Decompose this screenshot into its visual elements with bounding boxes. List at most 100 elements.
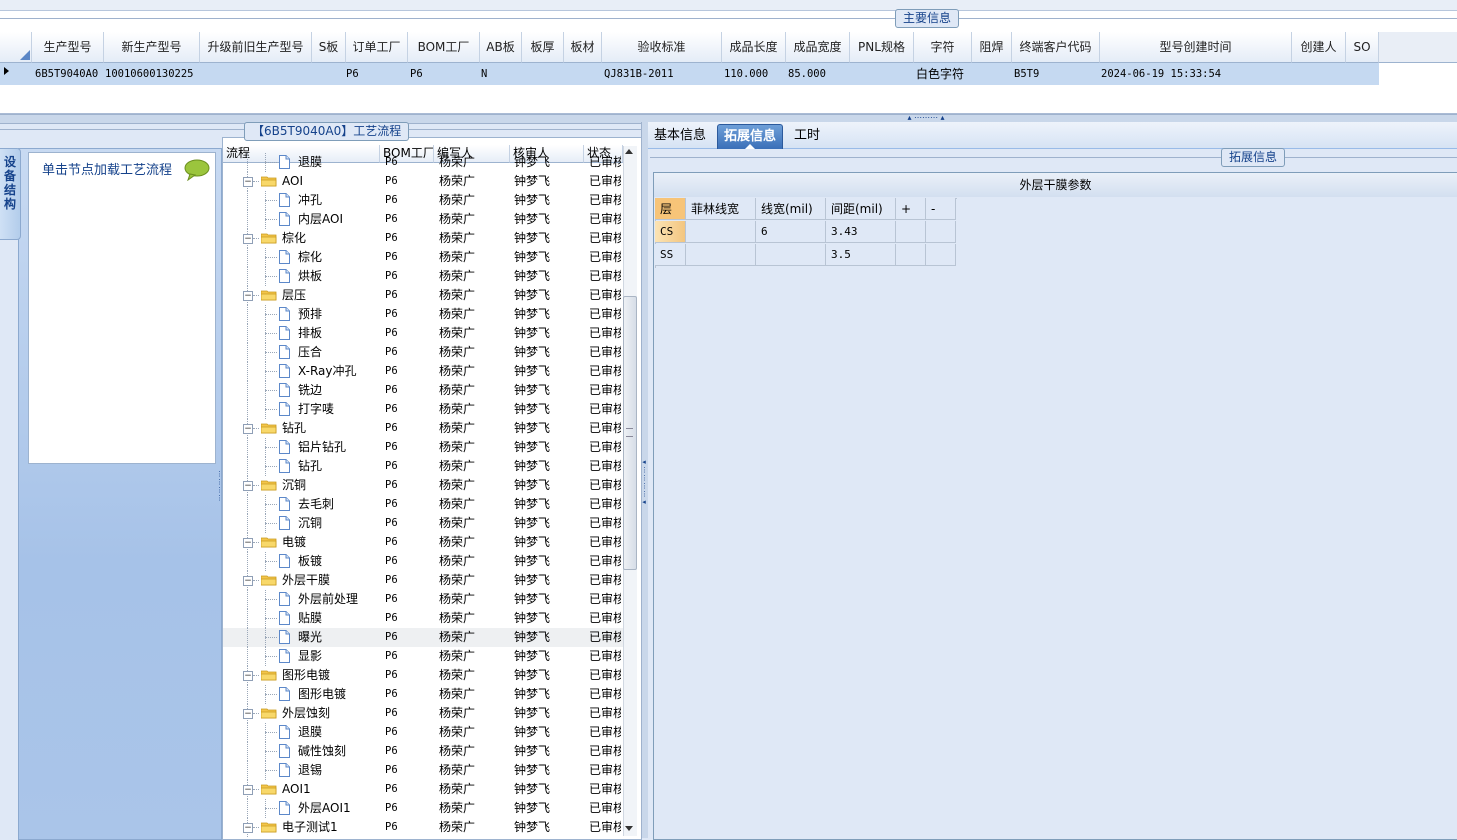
column-header[interactable]: 成品宽度 — [786, 32, 850, 63]
scroll-up-icon[interactable] — [625, 149, 633, 154]
param-cell[interactable]: 3.5 — [826, 244, 896, 266]
collapse-toggle-icon[interactable]: − — [243, 234, 253, 244]
tree-line — [247, 647, 248, 666]
flow-row[interactable]: − 电子测试1 P6 杨荣广 钟梦飞 已审核 — [223, 818, 623, 837]
collapse-toggle-icon[interactable]: − — [243, 424, 253, 434]
flow-row[interactable]: 铝片钻孔 P6 杨荣广 钟梦飞 已审核 — [223, 438, 623, 457]
flow-row[interactable]: − 外层干膜 P6 杨荣广 钟梦飞 已审核 — [223, 571, 623, 590]
flow-row[interactable]: 打字唛 P6 杨荣广 钟梦飞 已审核 — [223, 400, 623, 419]
flow-row[interactable]: − AOI1 P6 杨荣广 钟梦飞 已审核 — [223, 780, 623, 799]
vertical-splitter-grip-icon[interactable]: ◂ ⋮ ⋮ ⋮ ⋮ ◂ — [641, 458, 648, 523]
flow-row[interactable]: 预排 P6 杨荣广 钟梦飞 已审核 — [223, 305, 623, 324]
column-header[interactable]: 生产型号 — [32, 32, 104, 63]
flow-row[interactable]: 退膜 P6 杨荣广 钟梦飞 已审核 — [223, 723, 623, 742]
flow-row[interactable]: 内层AOI P6 杨荣广 钟梦飞 已审核 — [223, 210, 623, 229]
param-cell[interactable] — [686, 221, 756, 243]
flow-row[interactable]: − 层压 P6 杨荣广 钟梦飞 已审核 — [223, 286, 623, 305]
param-cell[interactable] — [926, 221, 956, 243]
param-cell[interactable] — [686, 244, 756, 266]
flow-row[interactable]: − 沉铜 P6 杨荣广 钟梦飞 已审核 — [223, 476, 623, 495]
flow-row[interactable]: 外层AOI1 P6 杨荣广 钟梦飞 已审核 — [223, 799, 623, 818]
left-splitter-grip-icon[interactable]: ⋮ ⋮ ⋮ ⋮ — [216, 470, 223, 520]
flow-row[interactable]: 烘板 P6 杨荣广 钟梦飞 已审核 — [223, 267, 623, 286]
detail-tab[interactable]: 基本信息 — [648, 124, 712, 148]
flow-status: 已审核 — [589, 649, 621, 663]
flow-row[interactable]: − 外层蚀刻 P6 杨荣广 钟梦飞 已审核 — [223, 704, 623, 723]
flow-row[interactable]: 碱性蚀刻 P6 杨荣广 钟梦飞 已审核 — [223, 742, 623, 761]
param-column-header[interactable]: + — [896, 198, 926, 220]
param-cell[interactable] — [896, 221, 926, 243]
flow-row[interactable]: − 棕化 P6 杨荣广 钟梦飞 已审核 — [223, 229, 623, 248]
flow-bom-factory: P6 — [385, 270, 398, 282]
flow-row[interactable]: 板镀 P6 杨荣广 钟梦飞 已审核 — [223, 552, 623, 571]
column-header[interactable]: 新生产型号 — [104, 32, 200, 63]
flow-row[interactable]: 冲孔 P6 杨荣广 钟梦飞 已审核 — [223, 191, 623, 210]
flow-row[interactable]: 贴膜 P6 杨荣广 钟梦飞 已审核 — [223, 609, 623, 628]
flow-row[interactable]: 图形电镀 P6 杨荣广 钟梦飞 已审核 — [223, 685, 623, 704]
flow-row[interactable]: 退锡 P6 杨荣广 钟梦飞 已审核 — [223, 761, 623, 780]
collapse-toggle-icon[interactable]: − — [243, 538, 253, 548]
param-cell[interactable] — [926, 244, 956, 266]
param-column-header: 层 — [655, 198, 686, 220]
collapse-toggle-icon[interactable]: − — [243, 481, 253, 491]
param-cell[interactable]: CS — [655, 221, 686, 243]
collapse-toggle-icon[interactable]: − — [243, 823, 253, 833]
param-cell[interactable]: 6 — [756, 221, 826, 243]
param-cell[interactable]: 3.43 — [826, 221, 896, 243]
flow-row[interactable]: − 图形电镀 P6 杨荣广 钟梦飞 已审核 — [223, 666, 623, 685]
collapse-toggle-icon[interactable]: − — [243, 709, 253, 719]
param-cell[interactable]: SS — [655, 244, 686, 266]
column-header[interactable]: 板厚 — [522, 32, 564, 63]
column-header[interactable]: S板 — [312, 32, 346, 63]
param-cell[interactable] — [756, 244, 826, 266]
detail-tab[interactable]: 工时 — [788, 124, 826, 148]
column-header[interactable]: SO — [1346, 32, 1379, 63]
column-header[interactable]: 成品长度 — [722, 32, 786, 63]
flow-step-name: 退锡 — [298, 763, 323, 777]
tree-connector — [253, 485, 259, 486]
flow-row[interactable]: 钻孔 P6 杨荣广 钟梦飞 已审核 — [223, 457, 623, 476]
flow-row[interactable]: − 钻孔 P6 杨荣广 钟梦飞 已审核 — [223, 419, 623, 438]
scroll-down-icon[interactable] — [625, 826, 633, 831]
splitter-grip-icon[interactable]: ▴ ⋯⋯⋯ ▴ — [895, 114, 957, 122]
collapse-toggle-icon[interactable]: − — [243, 671, 253, 681]
flow-row[interactable]: − 电镀 P6 杨荣广 钟梦飞 已审核 — [223, 533, 623, 552]
flow-row[interactable]: 显影 P6 杨荣广 钟梦飞 已审核 — [223, 647, 623, 666]
column-header[interactable]: AB板 — [480, 32, 522, 63]
flow-row[interactable]: 曝光 P6 杨荣广 钟梦飞 已审核 — [223, 628, 623, 647]
flow-row[interactable]: − AOI P6 杨荣广 钟梦飞 已审核 — [223, 172, 623, 191]
tree-line — [247, 609, 248, 628]
param-column-header[interactable]: - — [926, 198, 956, 220]
collapse-toggle-icon[interactable]: − — [243, 785, 253, 795]
document-icon — [279, 364, 290, 378]
flow-row[interactable]: 退膜 P6 杨荣广 钟梦飞 已审核 — [223, 153, 623, 172]
column-header[interactable]: 验收标准 — [602, 32, 722, 63]
collapse-toggle-icon[interactable]: − — [243, 576, 253, 586]
column-header[interactable]: 终端客户代码 — [1012, 32, 1100, 63]
param-cell[interactable] — [896, 244, 926, 266]
flow-row[interactable]: 铣边 P6 杨荣广 钟梦飞 已审核 — [223, 381, 623, 400]
flow-row[interactable]: 外层前处理 P6 杨荣广 钟梦飞 已审核 — [223, 590, 623, 609]
flow-reviewer: 钟梦飞 — [514, 649, 551, 663]
column-header[interactable]: 阻焊 — [972, 32, 1012, 63]
column-header[interactable]: 升级前旧生产型号 — [200, 32, 312, 63]
flow-row[interactable]: X-Ray冲孔 P6 杨荣广 钟梦飞 已审核 — [223, 362, 623, 381]
column-header[interactable]: BOM工厂 — [408, 32, 480, 63]
collapse-toggle-icon[interactable]: − — [243, 177, 253, 187]
column-header[interactable]: PNL规格 — [850, 32, 914, 63]
flow-row[interactable]: 排板 P6 杨荣广 钟梦飞 已审核 — [223, 324, 623, 343]
column-header[interactable]: 型号创建时间 — [1100, 32, 1292, 63]
flow-row[interactable]: 沉铜 P6 杨荣广 钟梦飞 已审核 — [223, 514, 623, 533]
column-header[interactable]: 订单工厂 — [346, 32, 408, 63]
flow-status: 已审核 — [589, 440, 621, 454]
flow-row[interactable]: 去毛刺 P6 杨荣广 钟梦飞 已审核 — [223, 495, 623, 514]
flow-row[interactable]: 棕化 P6 杨荣广 钟梦飞 已审核 — [223, 248, 623, 267]
flow-row[interactable]: 压合 P6 杨荣广 钟梦飞 已审核 — [223, 343, 623, 362]
tree-line — [247, 324, 248, 343]
flow-reviewer: 钟梦飞 — [514, 592, 551, 606]
column-header[interactable]: 字符 — [914, 32, 972, 63]
column-header[interactable]: 板材 — [564, 32, 602, 63]
left-tree-box[interactable] — [28, 152, 216, 464]
column-header[interactable]: 创建人 — [1292, 32, 1346, 63]
collapse-toggle-icon[interactable]: − — [243, 291, 253, 301]
